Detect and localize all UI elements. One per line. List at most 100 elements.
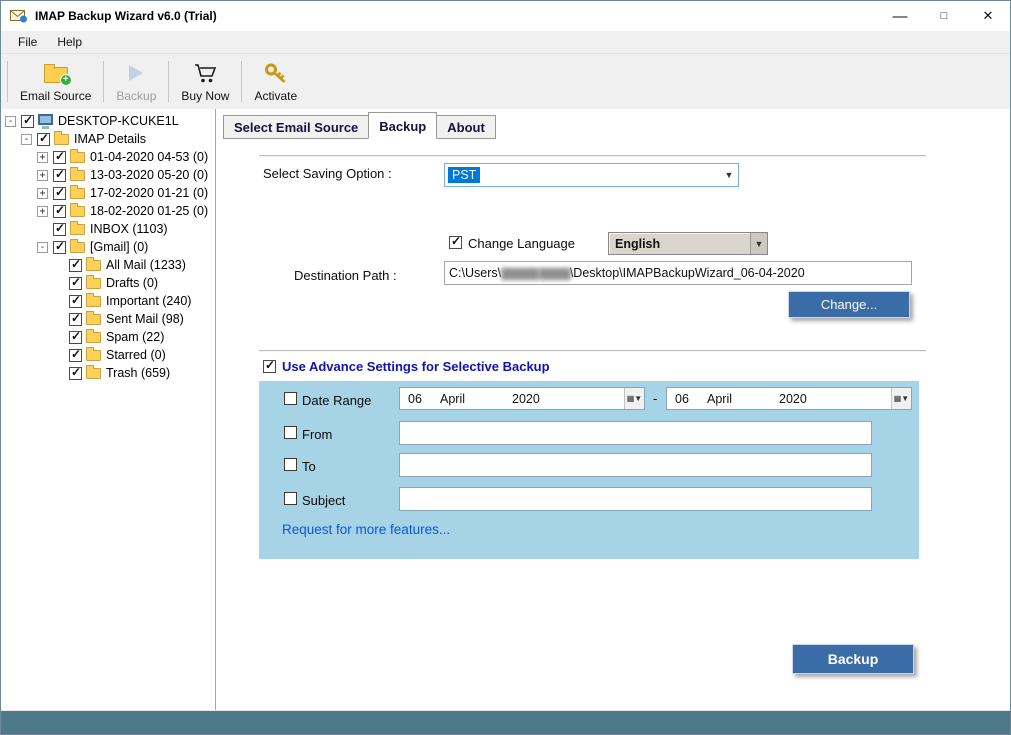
- chevron-down-icon[interactable]: ▼: [720, 170, 738, 180]
- tree-item[interactable]: Drafts (0): [1, 274, 215, 292]
- menu-bar: File Help: [1, 31, 1010, 53]
- email-source-button[interactable]: Email Source: [11, 56, 100, 107]
- checkbox[interactable]: [37, 133, 50, 146]
- change-path-button[interactable]: Change...: [788, 291, 910, 318]
- checkbox[interactable]: [53, 187, 66, 200]
- checkbox[interactable]: [53, 241, 66, 254]
- menu-help[interactable]: Help: [47, 32, 92, 52]
- backup-arrow-icon: [129, 61, 143, 85]
- tree-item[interactable]: + 18-02-2020 01-25 (0): [1, 202, 215, 220]
- checkbox[interactable]: [69, 295, 82, 308]
- backup-button[interactable]: Backup: [792, 644, 914, 674]
- expand-collapse-icon[interactable]: -: [5, 116, 16, 127]
- checkbox[interactable]: [69, 313, 82, 326]
- tree-item[interactable]: Trash (659): [1, 364, 215, 382]
- tree-item-label: 13-03-2020 05-20 (0): [89, 168, 208, 182]
- date-range-checkbox[interactable]: [284, 392, 297, 405]
- buy-now-button[interactable]: Buy Now: [172, 56, 238, 107]
- expand-collapse-icon[interactable]: +: [37, 188, 48, 199]
- checkbox[interactable]: [53, 169, 66, 182]
- checkbox[interactable]: [69, 367, 82, 380]
- from-input[interactable]: [399, 421, 872, 445]
- language-select[interactable]: English ▼: [608, 232, 768, 255]
- checkbox[interactable]: [69, 259, 82, 272]
- tab-select-email-source[interactable]: Select Email Source: [223, 115, 369, 139]
- to-input[interactable]: [399, 453, 872, 477]
- backup-toolbar-button[interactable]: Backup: [107, 56, 165, 107]
- date-from-picker[interactable]: 06 April 2020 ▦▼: [399, 387, 645, 410]
- change-language-checkbox[interactable]: [449, 236, 462, 249]
- tree-item-label: Trash (659): [105, 366, 170, 380]
- minimize-icon[interactable]: —: [878, 1, 922, 31]
- checkbox[interactable]: [53, 151, 66, 164]
- tree-item[interactable]: + 13-03-2020 05-20 (0): [1, 166, 215, 184]
- tree-item-label: Spam (22): [105, 330, 164, 344]
- calendar-dropdown-icon[interactable]: ▦▼: [891, 388, 911, 409]
- date-to-year[interactable]: 2020: [779, 392, 837, 406]
- tree-item[interactable]: Starred (0): [1, 346, 215, 364]
- expand-collapse-icon[interactable]: -: [37, 242, 48, 253]
- separator-line: [259, 155, 926, 156]
- tree-item-label: Sent Mail (98): [105, 312, 184, 326]
- tree-item[interactable]: + 17-02-2020 01-21 (0): [1, 184, 215, 202]
- subject-input[interactable]: [399, 487, 872, 511]
- date-range-separator: -: [653, 391, 657, 406]
- saving-option-select[interactable]: PST ▼: [444, 163, 739, 187]
- tree-item[interactable]: Spam (22): [1, 328, 215, 346]
- date-from-year[interactable]: 2020: [512, 392, 570, 406]
- subject-checkbox[interactable]: [284, 492, 297, 505]
- email-source-icon: [44, 61, 68, 85]
- checkbox[interactable]: [69, 277, 82, 290]
- tree-item[interactable]: All Mail (1233): [1, 256, 215, 274]
- date-to-month[interactable]: April: [707, 392, 779, 406]
- checkbox[interactable]: [21, 115, 34, 128]
- close-icon[interactable]: ✕: [966, 1, 1010, 31]
- tree-item[interactable]: - [Gmail] (0): [1, 238, 215, 256]
- folder-icon: [86, 260, 101, 271]
- tree-item[interactable]: - DESKTOP-KCUKE1L: [1, 112, 215, 130]
- checkbox[interactable]: [69, 331, 82, 344]
- tree-item[interactable]: + 01-04-2020 04-53 (0): [1, 148, 215, 166]
- calendar-dropdown-icon[interactable]: ▦▼: [624, 388, 644, 409]
- folder-icon: [54, 134, 69, 145]
- expand-collapse-icon[interactable]: +: [37, 152, 48, 163]
- date-to-picker[interactable]: 06 April 2020 ▦▼: [666, 387, 912, 410]
- tree-item[interactable]: INBOX (1103): [1, 220, 215, 238]
- folder-icon: [70, 206, 85, 217]
- advance-settings-checkbox[interactable]: [263, 360, 276, 373]
- tree-item-label: Drafts (0): [105, 276, 158, 290]
- tab-about[interactable]: About: [436, 115, 496, 139]
- folder-icon: [86, 278, 101, 289]
- checkbox[interactable]: [69, 349, 82, 362]
- menu-file[interactable]: File: [8, 32, 47, 52]
- tree-item[interactable]: Important (240): [1, 292, 215, 310]
- tab-backup[interactable]: Backup: [368, 112, 437, 139]
- tree-item-label: INBOX (1103): [89, 222, 168, 236]
- activate-label: Activate: [254, 89, 297, 103]
- activate-button[interactable]: Activate: [245, 56, 306, 107]
- expand-collapse-icon[interactable]: +: [37, 206, 48, 217]
- tree-item-label: All Mail (1233): [105, 258, 186, 272]
- destination-path-input[interactable]: C:\Users\██████ █████\Desktop\IMAPBackup…: [444, 261, 912, 285]
- toolbar: Email Source Backup Buy Now: [1, 53, 1010, 109]
- to-checkbox[interactable]: [284, 458, 297, 471]
- checkbox[interactable]: [53, 223, 66, 236]
- tree-item-label: 17-02-2020 01-21 (0): [89, 186, 208, 200]
- tree-item[interactable]: - IMAP Details: [1, 130, 215, 148]
- computer-icon: [38, 114, 53, 125]
- buy-now-label: Buy Now: [181, 89, 229, 103]
- separator-line: [259, 350, 926, 351]
- expand-collapse-icon[interactable]: +: [37, 170, 48, 181]
- maximize-icon[interactable]: □: [922, 1, 966, 31]
- language-value: English: [615, 237, 660, 251]
- chevron-down-icon[interactable]: ▼: [750, 233, 767, 254]
- tree-item[interactable]: Sent Mail (98): [1, 310, 215, 328]
- from-checkbox[interactable]: [284, 426, 297, 439]
- checkbox[interactable]: [53, 205, 66, 218]
- expand-collapse-icon[interactable]: -: [21, 134, 32, 145]
- request-features-link[interactable]: Request for more features...: [282, 522, 450, 537]
- toolbar-separator: [103, 61, 104, 102]
- date-from-month[interactable]: April: [440, 392, 512, 406]
- date-to-day[interactable]: 06: [667, 392, 707, 406]
- date-from-day[interactable]: 06: [400, 392, 440, 406]
